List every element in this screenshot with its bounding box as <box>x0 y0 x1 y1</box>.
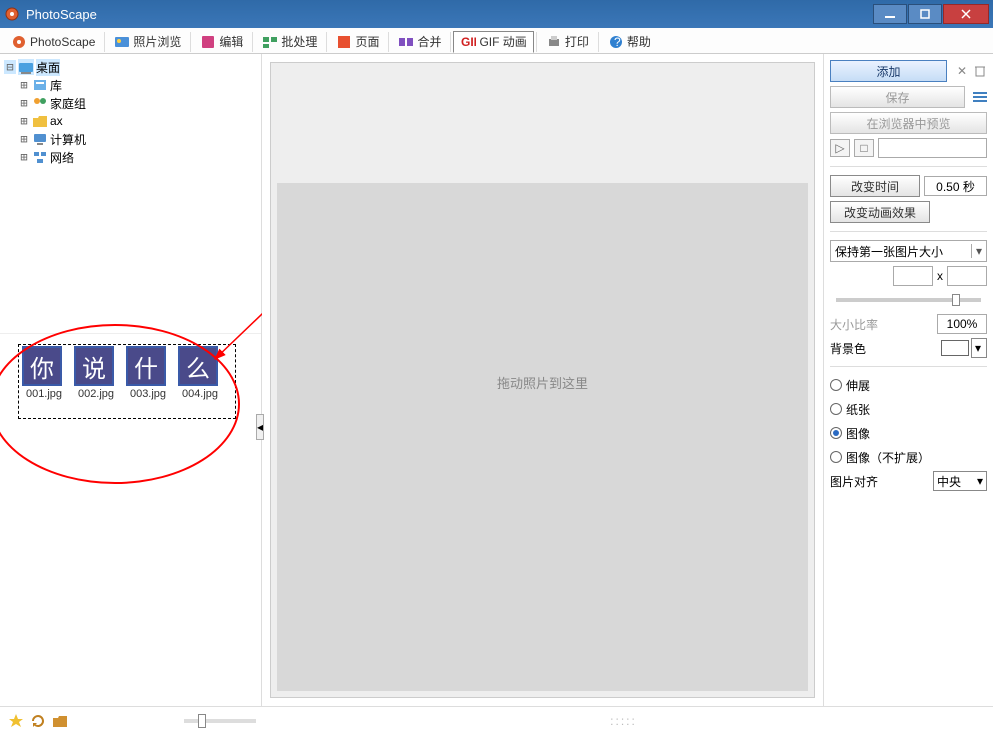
tab-page[interactable]: 页面 <box>329 31 386 53</box>
delete-icon[interactable]: ✕ <box>955 64 969 78</box>
play-button[interactable]: ▷ <box>830 139 850 157</box>
tree-item-desktop[interactable]: ⊟ 桌面 <box>2 58 259 76</box>
size-mode-select[interactable]: 保持第一张图片大小▾ <box>830 240 987 262</box>
drop-placeholder: 拖动照片到这里 <box>497 373 588 392</box>
preview-button[interactable]: 在浏览器中预览 <box>830 112 987 134</box>
tab-help[interactable]: ?帮助 <box>601 31 658 53</box>
thumb-image: 你 <box>22 346 62 386</box>
stop-button[interactable]: □ <box>854 139 874 157</box>
thumbnail-item[interactable]: 什 003.jpg <box>126 346 170 400</box>
tree-label: 桌面 <box>36 59 60 76</box>
tree-item[interactable]: ⊞家庭组 <box>2 94 259 112</box>
gif-canvas[interactable]: 拖动照片到这里 <box>270 62 815 698</box>
thumbnail-item[interactable]: 么 004.jpg <box>178 346 222 400</box>
tree-item[interactable]: ⊞库 <box>2 76 259 94</box>
time-value-field: 0.50 秒 <box>924 176 987 196</box>
expand-toggle[interactable]: ⊟ <box>4 60 16 74</box>
tab-combine[interactable]: 合并 <box>391 31 448 53</box>
thumb-filename: 003.jpg <box>126 388 170 400</box>
right-panel: 添加 ✕ 保存 在浏览器中预览 ▷ □ 改变时间 0.50 秒 改变动画效果 保… <box>823 54 993 706</box>
fit-image-radio[interactable]: 图像 <box>830 423 987 443</box>
bgcolor-swatch[interactable] <box>941 340 969 356</box>
thumb-image: 什 <box>126 346 166 386</box>
tab-viewer[interactable]: 照片浏览 <box>107 31 188 53</box>
maximize-button[interactable] <box>908 4 942 24</box>
folder-tree[interactable]: ⊟ 桌面 ⊞库 ⊞家庭组 ⊞ax ⊞计算机 ⊞网络 <box>0 54 261 334</box>
bgcolor-label: 背景色 <box>830 340 866 357</box>
close-button[interactable] <box>943 4 989 24</box>
thumb-filename: 002.jpg <box>74 388 118 400</box>
grip-icon: ::::: <box>262 714 985 728</box>
save-button[interactable]: 保存 <box>830 86 965 108</box>
thumbnail-item[interactable]: 你 001.jpg <box>22 346 66 400</box>
ratio-label: 大小比率 <box>830 316 878 333</box>
app-icon <box>4 6 20 22</box>
x-label: x <box>937 269 943 283</box>
center-panel: ◂ 拖动照片到这里 <box>262 54 823 706</box>
titlebar: PhotoScape <box>0 0 993 28</box>
change-time-button[interactable]: 改变时间 <box>830 175 920 197</box>
thumbnail-item[interactable]: 说 002.jpg <box>74 346 118 400</box>
tree-item[interactable]: ⊞网络 <box>2 148 259 166</box>
tree-item[interactable]: ⊞ax <box>2 112 259 130</box>
tab-print[interactable]: 打印 <box>539 31 596 53</box>
delete-all-icon[interactable] <box>973 64 987 78</box>
size-slider[interactable] <box>836 298 981 302</box>
toolbar: PhotoScape 照片浏览 编辑 批处理 页面 合并 GIFGIF 动画 打… <box>0 28 993 54</box>
svg-text:?: ? <box>614 35 621 49</box>
left-panel: ⊟ 桌面 ⊞库 ⊞家庭组 ⊞ax ⊞计算机 ⊞网络 你 001.jpg 说 002.j… <box>0 54 262 706</box>
menu-icon[interactable] <box>973 90 987 104</box>
tab-batch[interactable]: 批处理 <box>255 31 324 53</box>
thumb-image: 说 <box>74 346 114 386</box>
tab-gif[interactable]: GIFGIF 动画 <box>453 31 533 53</box>
drop-zone[interactable]: 拖动照片到这里 <box>277 183 808 691</box>
ratio-value: 100% <box>937 314 987 334</box>
refresh-icon[interactable] <box>30 713 46 729</box>
frame-field[interactable] <box>878 138 987 158</box>
change-effect-button[interactable]: 改变动画效果 <box>830 201 930 223</box>
window-title: PhotoScape <box>26 7 872 22</box>
width-field[interactable] <box>893 266 933 286</box>
thumb-filename: 004.jpg <box>178 388 222 400</box>
add-button[interactable]: 添加 <box>830 60 947 82</box>
favorite-icon[interactable] <box>8 713 24 729</box>
align-label: 图片对齐 <box>830 473 878 490</box>
svg-text:GIF: GIF <box>461 35 476 49</box>
fit-stretch-radio[interactable]: 伸展 <box>830 375 987 395</box>
folder-icon[interactable] <box>52 713 68 729</box>
bottom-bar: ::::: <box>0 706 993 734</box>
align-select[interactable]: 中央▾ <box>933 471 987 491</box>
minimize-button[interactable] <box>873 4 907 24</box>
zoom-slider[interactable] <box>184 719 256 723</box>
splitter-handle[interactable]: ◂ <box>256 414 264 440</box>
tab-editor[interactable]: 编辑 <box>193 31 250 53</box>
tab-photoscape[interactable]: PhotoScape <box>4 31 102 53</box>
fit-noexpand-radio[interactable]: 图像（不扩展） <box>830 447 987 467</box>
height-field[interactable] <box>947 266 987 286</box>
thumb-image: 么 <box>178 346 218 386</box>
thumbnail-panel[interactable]: 你 001.jpg 说 002.jpg 什 003.jpg 么 004.jpg <box>0 334 261 706</box>
tree-item[interactable]: ⊞计算机 <box>2 130 259 148</box>
bgcolor-dropdown[interactable]: ▾ <box>971 338 987 358</box>
thumb-filename: 001.jpg <box>22 388 66 400</box>
fit-paper-radio[interactable]: 纸张 <box>830 399 987 419</box>
